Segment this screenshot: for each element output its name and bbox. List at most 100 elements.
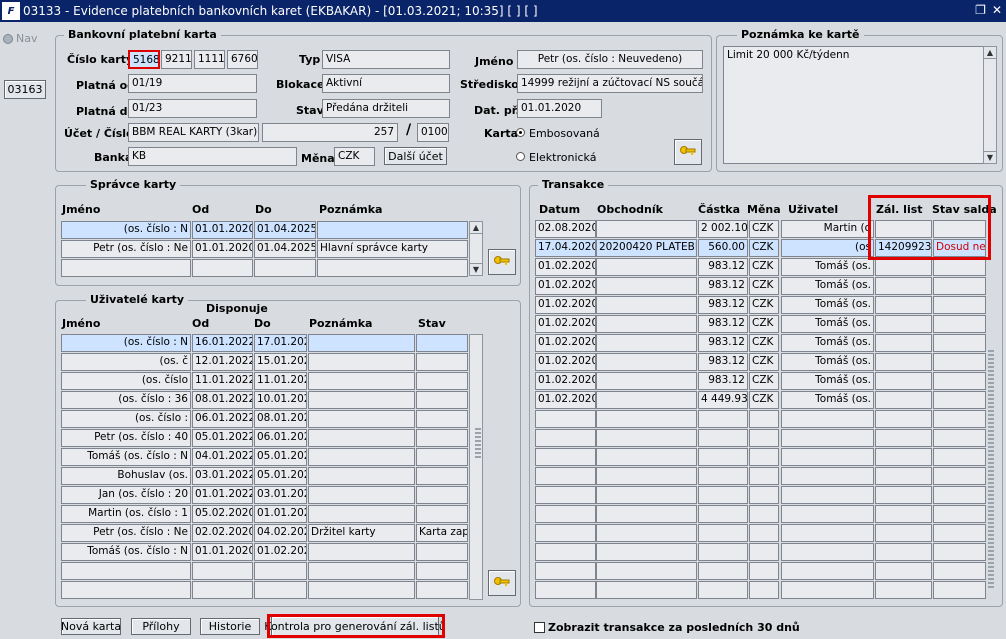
tx-cell[interactable]: [535, 410, 596, 428]
user-cell[interactable]: [254, 581, 307, 599]
nav-toggle[interactable]: Nav: [3, 32, 37, 45]
user-cell[interactable]: 10.01.2022: [254, 391, 307, 409]
user-cell[interactable]: [416, 581, 468, 599]
tx-cell[interactable]: [875, 391, 932, 409]
user-cell[interactable]: 06.01.2022: [254, 429, 307, 447]
tx-cell[interactable]: [933, 277, 986, 295]
tx-cell[interactable]: [933, 486, 986, 504]
tx-cell[interactable]: [596, 448, 697, 466]
tx-cell[interactable]: [875, 543, 932, 561]
user-cell[interactable]: 08.01.2022: [192, 391, 253, 409]
user-cell[interactable]: 15.01.2022: [254, 353, 307, 371]
tx-cell[interactable]: [596, 429, 697, 447]
tx-cell[interactable]: [749, 562, 779, 580]
embossed-radio[interactable]: [516, 128, 525, 137]
user-cell[interactable]: [61, 581, 191, 599]
type-field[interactable]: VISA: [322, 50, 450, 69]
tx-cell[interactable]: Tomáš (os.: [781, 277, 874, 295]
tx-cell[interactable]: Tomáš (os.: [781, 353, 874, 371]
tx-cell[interactable]: [535, 448, 596, 466]
tx-cell[interactable]: [596, 258, 697, 276]
manager-cell[interactable]: 01.04.2025: [254, 221, 316, 239]
tx-cell[interactable]: [698, 581, 748, 599]
tx-cell[interactable]: 983.12: [698, 372, 748, 390]
user-cell[interactable]: [416, 543, 468, 561]
user-cell[interactable]: Karta zapu: [416, 524, 468, 542]
tx-cell[interactable]: (os: [781, 239, 874, 257]
tx-cell[interactable]: [749, 448, 779, 466]
tx-cell[interactable]: CZK: [749, 353, 779, 371]
close-icon[interactable]: ✕: [992, 3, 1002, 17]
user-cell[interactable]: [308, 410, 415, 428]
user-cell[interactable]: 17.01.2022: [254, 334, 307, 352]
tx-cell[interactable]: [596, 372, 697, 390]
user-cell[interactable]: 05.02.2020: [192, 505, 253, 523]
tx-cell[interactable]: [596, 391, 697, 409]
tx-cell[interactable]: [875, 486, 932, 504]
form-code-button[interactable]: 03163: [4, 80, 46, 99]
tx-cell[interactable]: 01.02.2020: [535, 315, 596, 333]
card-number-part4[interactable]: 6760: [227, 50, 258, 69]
user-cell[interactable]: (os. č: [61, 353, 191, 371]
tx-cell[interactable]: [933, 543, 986, 561]
attachments-button[interactable]: Přílohy: [131, 618, 191, 635]
tx-cell[interactable]: [933, 315, 986, 333]
tx-cell[interactable]: Tomáš (os.: [781, 391, 874, 409]
check-advance-sheets-button[interactable]: Kontrola pro generování zál. listů: [264, 616, 446, 636]
user-cell[interactable]: Petr (os. číslo : 40: [61, 429, 191, 447]
tx-cell[interactable]: [933, 334, 986, 352]
tx-cell[interactable]: [875, 258, 932, 276]
tx-cell[interactable]: 01.02.2020: [535, 296, 596, 314]
user-cell[interactable]: 03.01.2022: [192, 467, 253, 485]
card-number-part3[interactable]: 1111: [194, 50, 225, 69]
history-button[interactable]: Historie: [200, 618, 260, 635]
tx-cell[interactable]: 983.12: [698, 334, 748, 352]
user-cell[interactable]: [308, 448, 415, 466]
tx-cell[interactable]: [875, 448, 932, 466]
note-scrollbar[interactable]: ▲ ▼: [983, 46, 997, 164]
user-cell[interactable]: Jan (os. číslo : 20: [61, 486, 191, 504]
tx-cell[interactable]: [933, 581, 986, 599]
cost-center-field[interactable]: 14999 režijní a zúčtovací NS součásti: [517, 74, 703, 93]
tx-cell[interactable]: [749, 524, 779, 542]
manager-cell[interactable]: [317, 259, 468, 277]
tx-cell[interactable]: [749, 543, 779, 561]
users-scrollbar[interactable]: [469, 334, 483, 600]
tx-cell[interactable]: [698, 543, 748, 561]
tx-cell[interactable]: [781, 410, 874, 428]
note-text-area[interactable]: Limit 20 000 Kč/týdenn: [723, 46, 985, 164]
tx-cell[interactable]: [596, 505, 697, 523]
tx-cell[interactable]: [535, 486, 596, 504]
user-cell[interactable]: [416, 429, 468, 447]
tx-cell[interactable]: [596, 315, 697, 333]
tx-cell[interactable]: 01.02.2020: [535, 334, 596, 352]
tx-cell[interactable]: 01.02.2020: [535, 391, 596, 409]
user-cell[interactable]: (os. číslo :: [61, 410, 191, 428]
manager-key-button[interactable]: [488, 249, 516, 275]
tx-cell[interactable]: [749, 486, 779, 504]
tx-cell[interactable]: [535, 505, 596, 523]
tx-cell[interactable]: CZK: [749, 334, 779, 352]
tx-cell[interactable]: 01.02.2020: [535, 258, 596, 276]
tx-cell[interactable]: [698, 467, 748, 485]
tx-cell[interactable]: 20200420 PLATEBN: [596, 239, 697, 257]
tx-cell[interactable]: 2 002.10: [698, 220, 748, 238]
tx-cell[interactable]: Martin (o: [781, 220, 874, 238]
tx-cell[interactable]: [781, 543, 874, 561]
manager-cell[interactable]: (os. číslo : N: [61, 221, 191, 239]
electronic-radio[interactable]: [516, 152, 525, 161]
user-cell[interactable]: 03.01.2022: [254, 486, 307, 504]
valid-to-field[interactable]: 01/23: [128, 99, 257, 118]
tx-cell[interactable]: 17.04.2020: [535, 239, 596, 257]
tx-cell[interactable]: [933, 372, 986, 390]
user-cell[interactable]: 01.01.2022: [254, 505, 307, 523]
tx-cell[interactable]: [535, 562, 596, 580]
user-cell[interactable]: [416, 353, 468, 371]
users-key-button[interactable]: [488, 570, 516, 596]
tx-cell[interactable]: [535, 543, 596, 561]
currency-field[interactable]: CZK: [334, 147, 375, 166]
tx-cell[interactable]: Tomáš (os.: [781, 296, 874, 314]
tx-cell[interactable]: [698, 505, 748, 523]
account-bank-code-field[interactable]: 0100: [417, 123, 449, 142]
tx-cell[interactable]: [933, 410, 986, 428]
